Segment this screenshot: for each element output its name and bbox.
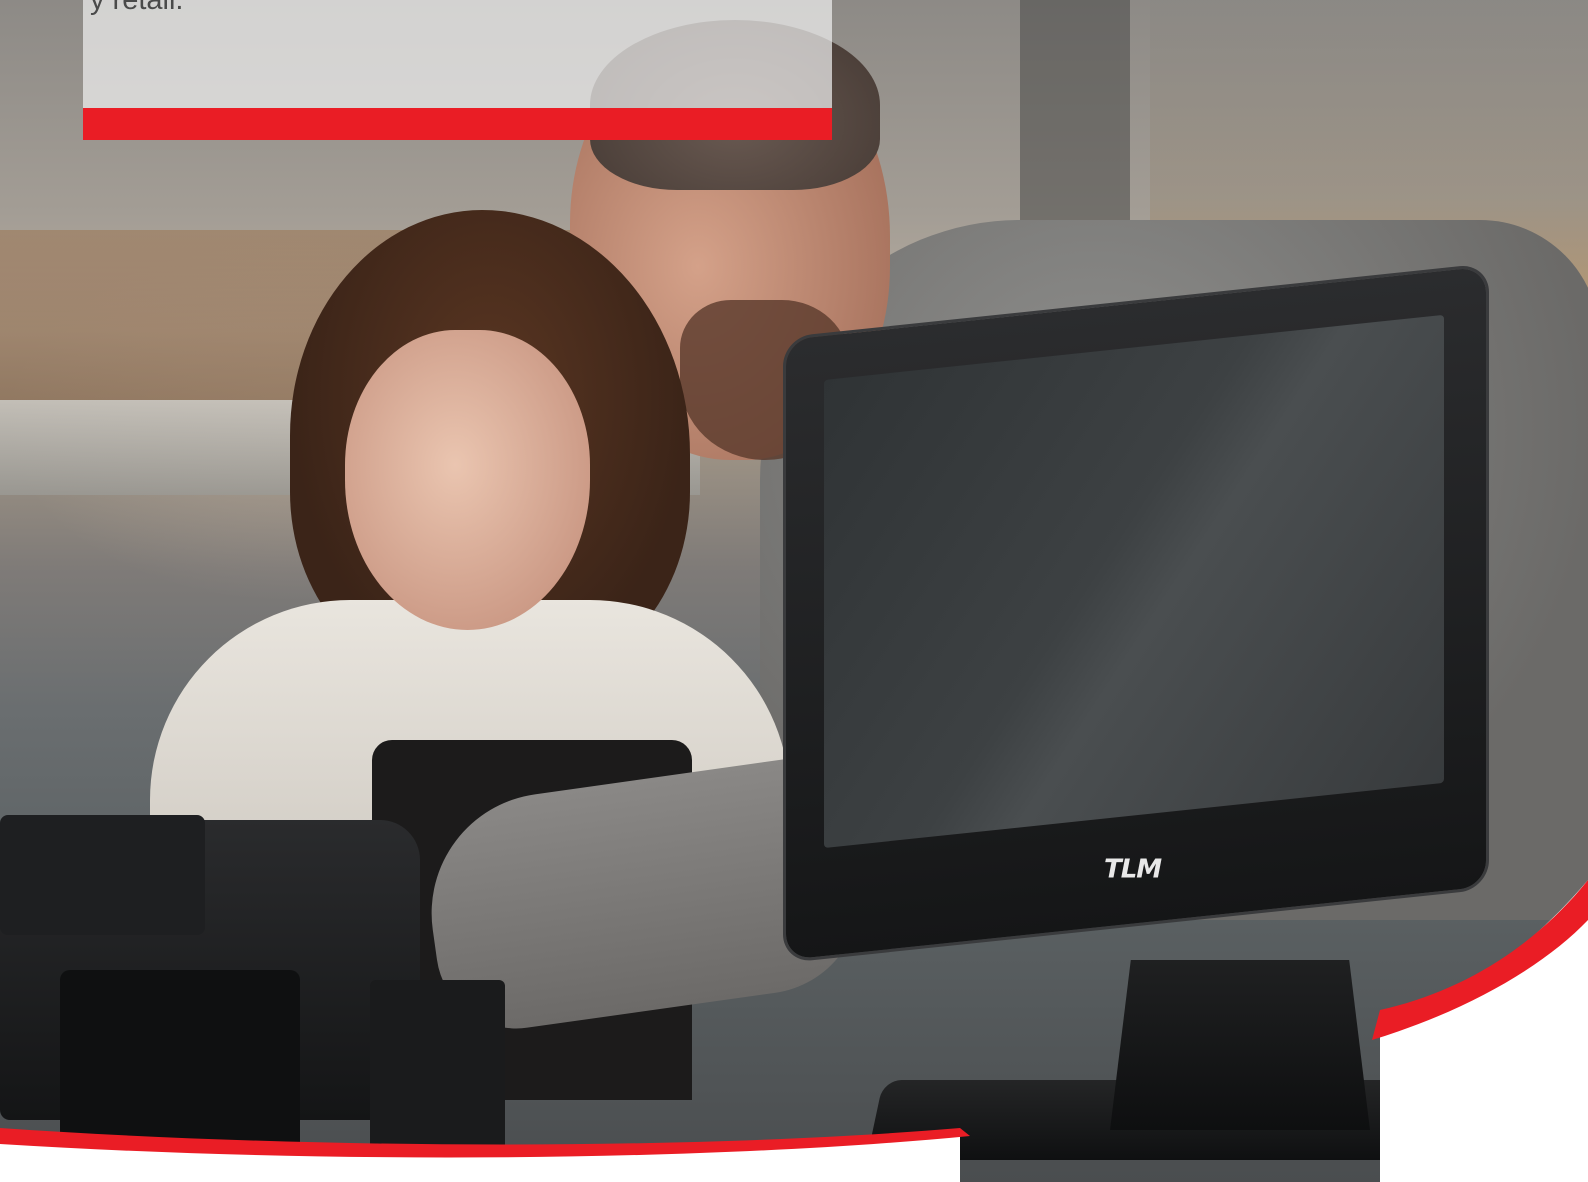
woman-face <box>345 330 590 630</box>
photo-scene: TLM <box>0 0 1588 1182</box>
tlm-monitor: TLM <box>786 266 1486 961</box>
card-accent-bar <box>83 108 832 140</box>
monitor-screen <box>824 314 1444 849</box>
pos-terminal-stand <box>60 970 300 1182</box>
monitor-stand-neck <box>1110 960 1370 1130</box>
pos-customer-display <box>0 815 205 935</box>
pos-terminal-back <box>0 815 505 1182</box>
pos-terminal-bracket <box>370 980 505 1182</box>
card-text: y retail. <box>90 0 184 16</box>
tlm-logo: TLM <box>1104 854 1162 885</box>
text-card <box>83 0 832 110</box>
